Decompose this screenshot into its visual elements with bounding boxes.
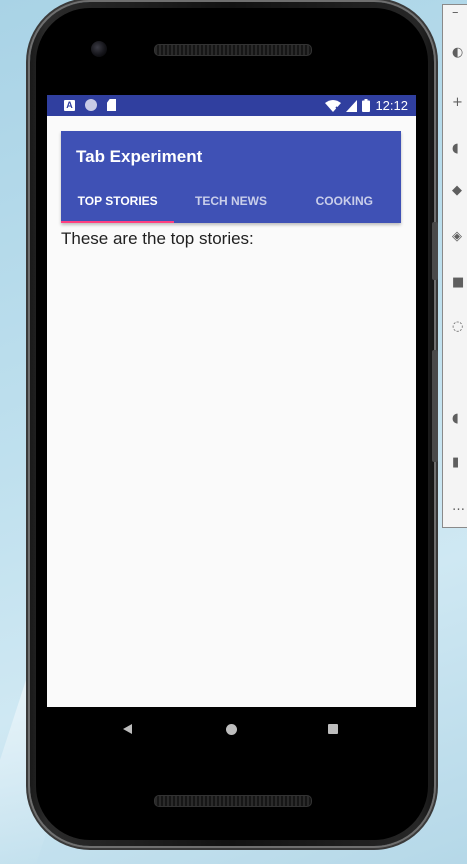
power-button[interactable] [432,350,438,462]
signal-icon [346,99,358,112]
volume-up-icon[interactable]: + [452,96,466,109]
a-notification-icon: A [64,99,75,111]
back-tool-icon[interactable]: ◖ [452,412,466,425]
battery-icon [362,99,371,112]
front-camera [91,41,107,57]
rotate-left-icon[interactable]: ◆ [452,184,466,197]
status-time: 12:12 [375,98,408,113]
zoom-icon[interactable]: ◌ [452,320,466,333]
screenshot-icon[interactable]: ■ [452,276,466,289]
wifi-icon [325,99,342,112]
tab-bar: TOP STORIES TECH NEWS COOKING [61,179,401,223]
recents-icon[interactable] [328,724,338,734]
tab-top-stories[interactable]: TOP STORIES [61,179,175,223]
more-icon[interactable]: … [452,500,466,513]
tab-content-text: These are the top stories: [61,229,254,248]
app-title: Tab Experiment [76,147,203,166]
bottom-speaker [154,795,312,807]
volume-button[interactable] [432,222,438,280]
rotate-right-icon[interactable]: ◈ [452,230,466,243]
volume-down-icon[interactable]: ◖ [452,142,466,155]
minimize-icon[interactable]: – [452,6,466,19]
top-speaker [154,44,312,56]
home-icon[interactable] [226,724,237,735]
power-icon[interactable]: ◐ [452,46,466,59]
device-screen: A 12:12 Tab Experiment TOP STORIES TECH … [47,95,416,707]
tab-cooking[interactable]: COOKING [288,179,401,223]
back-icon[interactable] [123,724,132,734]
tab-tech-news[interactable]: TECH NEWS [174,179,287,223]
sd-card-icon [107,99,116,111]
circle-notification-icon [85,99,97,111]
emulator-side-panel: – ◐ + ◖ ◆ ◈ ■ ◌ ◖ ▮ … [442,4,467,528]
overview-tool-icon[interactable]: ▮ [452,456,466,469]
navigation-bar [47,707,416,751]
app-bar: Tab Experiment TOP STORIES TECH NEWS COO… [61,131,401,223]
status-bar: A 12:12 [47,95,416,116]
